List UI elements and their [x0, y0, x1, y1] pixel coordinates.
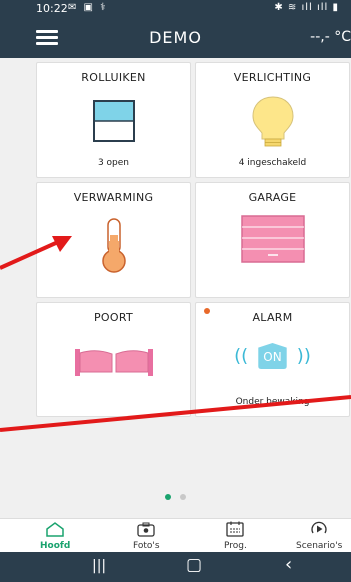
- tile-label: POORT: [93, 311, 133, 324]
- tile-status: 3 open: [97, 158, 130, 168]
- tile-poort[interactable]: POORT: [36, 302, 191, 417]
- notification-icons: ✉ ▣ ⚕: [68, 2, 108, 13]
- nav-label: Foto's: [133, 541, 160, 551]
- tile-rolluiken[interactable]: ROLLUIKEN 3 open: [36, 62, 191, 178]
- nav-item-fotos[interactable]: Foto's: [133, 521, 160, 551]
- tile-label: GARAGE: [248, 191, 297, 204]
- calendar-icon: [226, 521, 245, 537]
- tile-status: Onder bewaking: [235, 397, 310, 407]
- recent-apps-icon[interactable]: |||: [92, 558, 106, 574]
- tile-garage[interactable]: GARAGE: [195, 182, 350, 298]
- page-dot-active[interactable]: [164, 494, 171, 500]
- camera-icon: [137, 522, 155, 537]
- nav-label: Scenario's: [296, 541, 343, 551]
- bottom-nav: Hoofd Foto's Prog. Scenario's: [0, 518, 351, 552]
- temperature-readout: --,- °C: [310, 29, 351, 45]
- bulb-icon: [196, 95, 349, 153]
- system-nav-bar: ||| ▢ ‹: [0, 552, 351, 582]
- gate-icon: [37, 345, 190, 381]
- tile-label: ROLLUIKEN: [81, 71, 146, 84]
- play-icon: [311, 521, 327, 534]
- shutter-icon: [37, 99, 190, 147]
- page-indicator: [0, 485, 351, 504]
- nav-item-prog[interactable]: Prog.: [224, 521, 247, 551]
- nav-item-scenarios[interactable]: Scenario's: [296, 521, 342, 551]
- page-title: DEMO: [149, 28, 202, 47]
- page-dot[interactable]: [180, 494, 187, 500]
- status-bar: 10:22 ✉ ▣ ⚕ ✱ ≋ ıll ıll ▮: [0, 0, 351, 18]
- tile-grid: ROLLUIKEN 3 open VERLICHTING 4 ingeschak…: [0, 58, 351, 518]
- tile-label: VERWARMING: [73, 191, 154, 204]
- back-icon[interactable]: ‹: [285, 554, 292, 575]
- home-icon: [46, 522, 64, 537]
- tile-label: ALARM: [252, 311, 293, 324]
- tile-verlichting[interactable]: VERLICHTING 4 ingeschakeld: [195, 62, 350, 178]
- tile-label: VERLICHTING: [233, 71, 312, 84]
- nav-label: Prog.: [224, 541, 247, 551]
- status-time: 10:22: [36, 2, 68, 15]
- system-status-icons: ✱ ≋ ıll ıll ▮: [274, 2, 339, 13]
- garage-door-icon: [196, 215, 349, 267]
- tile-status: 4 ingeschakeld: [238, 158, 307, 168]
- home-button-icon[interactable]: ▢: [186, 555, 202, 575]
- nav-label: Hoofd: [40, 541, 71, 551]
- tile-verwarming[interactable]: VERWARMING: [36, 182, 191, 298]
- nav-item-hoofd[interactable]: Hoofd: [40, 521, 70, 551]
- thermometer-icon: [37, 217, 190, 277]
- app-bar: DEMO --,- °C: [0, 18, 351, 58]
- alarm-icon: (( ON )): [196, 343, 349, 369]
- alarm-on-badge: ON: [258, 343, 287, 369]
- tile-alarm[interactable]: ALARM (( ON )) Onder bewaking: [195, 302, 350, 417]
